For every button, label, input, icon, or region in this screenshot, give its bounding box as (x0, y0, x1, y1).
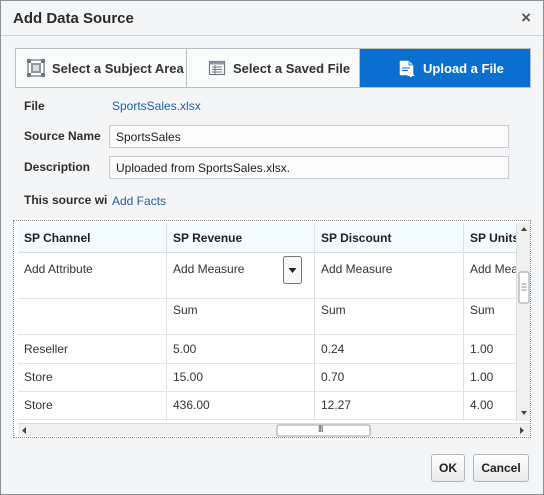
close-icon[interactable]: × (521, 9, 531, 27)
table-cell: Store (24, 398, 53, 412)
source-type-tabs: Select a Subject Area Select a Saved Fil… (15, 48, 531, 88)
row-divider (18, 391, 517, 392)
row-divider (18, 298, 517, 299)
aggregation-value[interactable]: Sum (470, 303, 495, 317)
horizontal-scrollbar[interactable]: III (18, 423, 530, 437)
tab-upload-a-file[interactable]: Upload a File (360, 49, 530, 87)
column-header[interactable]: SP Revenue (173, 231, 242, 245)
tab-select-saved-file[interactable]: Select a Saved File (187, 49, 360, 87)
cancel-button[interactable]: Cancel (473, 454, 529, 482)
scroll-grip: III (318, 424, 323, 434)
ok-button[interactable]: OK (431, 454, 465, 482)
column-header[interactable]: SP Channel (24, 231, 90, 245)
scroll-up-icon[interactable] (521, 227, 527, 231)
subject-area-icon (27, 59, 45, 77)
add-facts-link[interactable]: Add Facts (112, 194, 166, 208)
add-data-source-dialog: Add Data Source × Select a Subject Area (0, 0, 544, 495)
dialog-title: Add Data Source (13, 10, 134, 27)
scroll-right-icon[interactable] (520, 427, 524, 434)
table-cell: 0.24 (321, 342, 345, 356)
description-field[interactable] (109, 156, 509, 179)
scroll-down-icon[interactable] (521, 411, 527, 415)
row-divider (18, 363, 517, 364)
table-cell: 1.00 (470, 342, 494, 356)
tab-select-subject-area[interactable]: Select a Subject Area (16, 49, 187, 87)
column-role-select[interactable]: Add Mea (470, 262, 517, 276)
tab-label: Select a Saved File (233, 60, 351, 76)
table-cell: 436.00 (173, 398, 210, 412)
tab-label: Select a Subject Area (52, 60, 184, 76)
vertical-scrollbar[interactable] (516, 223, 530, 421)
column-role-select[interactable]: Add Measure (173, 262, 244, 276)
saved-file-icon (208, 59, 226, 77)
aggregation-value[interactable]: Sum (173, 303, 198, 317)
column-role-select[interactable]: Add Attribute (24, 262, 93, 276)
table-cell: Reseller (24, 342, 69, 356)
data-preview-table: SP Channel SP Revenue SP Discount SP Uni… (13, 220, 531, 438)
scroll-left-icon[interactable] (22, 427, 26, 434)
tab-label: Upload a File (423, 60, 504, 76)
table-cell: 15.00 (173, 370, 204, 384)
dialog-titlebar: Add Data Source × (1, 1, 543, 36)
table-cell: 1.00 (470, 370, 494, 384)
row-divider (18, 334, 517, 335)
column-header[interactable]: SP Discount (321, 231, 391, 245)
table-cell: Store (24, 370, 53, 384)
file-label: File (24, 99, 45, 113)
source-info-label: This source wi (24, 193, 108, 207)
description-label: Description (24, 160, 91, 174)
table-cell: 0.70 (321, 370, 345, 384)
table-cell: 5.00 (173, 342, 197, 356)
row-divider (18, 419, 517, 420)
table-cell: 4.00 (470, 398, 494, 412)
scroll-thumb[interactable] (276, 424, 371, 437)
source-name-field[interactable] (109, 125, 509, 148)
table-cell: 12.27 (321, 398, 352, 412)
source-name-label: Source Name (24, 129, 101, 143)
column-header[interactable]: SP Units (470, 231, 517, 245)
upload-file-icon (398, 59, 416, 77)
column-role-select[interactable]: Add Measure (321, 262, 392, 276)
table-grid: SP Channel SP Revenue SP Discount SP Uni… (18, 223, 517, 421)
aggregation-value[interactable]: Sum (321, 303, 346, 317)
measure-dropdown-button[interactable] (283, 256, 302, 284)
file-name-link[interactable]: SportsSales.xlsx (112, 99, 201, 113)
